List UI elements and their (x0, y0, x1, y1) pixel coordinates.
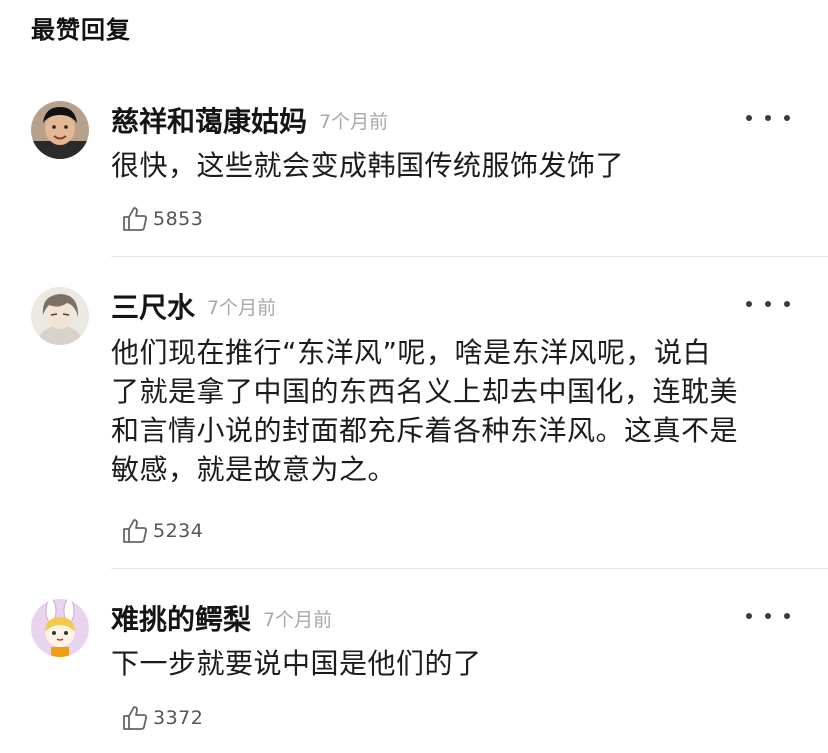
more-dots-icon[interactable] (746, 604, 790, 628)
comment-text: 下一步就要说中国是他们的了 (111, 644, 801, 683)
more-dots-icon[interactable] (746, 106, 790, 130)
username[interactable]: 难挑的鳄梨 (111, 598, 251, 638)
comment-line: 了就是拿了中国的东西名义上却去中国化，连耽美 (111, 375, 739, 408)
more-dots-icon[interactable] (746, 292, 790, 316)
section-title: 最赞回复 (31, 16, 131, 44)
avatar[interactable] (31, 599, 89, 657)
timestamp: 7个月前 (263, 608, 333, 631)
comment-text: 很快，这些就会变成韩国传统服饰发饰了 (111, 146, 801, 185)
like-button[interactable]: 3372 (121, 702, 203, 734)
like-button[interactable]: 5853 (121, 203, 203, 235)
username[interactable]: 三尺水 (111, 286, 195, 326)
like-count: 5234 (153, 520, 204, 542)
divider (111, 568, 828, 569)
divider (111, 256, 828, 257)
thumbs-up-icon (121, 704, 149, 732)
comment-line: 和言情小说的封面都充斥着各种东洋风。这真不是 (111, 414, 739, 447)
username[interactable]: 慈祥和蔼康姑妈 (111, 100, 307, 140)
comment-line: 敏感，就是故意为之。 (111, 453, 397, 486)
comment-line: 下一步就要说中国是他们的了 (111, 647, 482, 680)
like-count: 5853 (153, 208, 204, 230)
like-button[interactable]: 5234 (121, 515, 203, 547)
thumbs-up-icon (121, 205, 149, 233)
comment-text: 他们现在推行“东洋风”呢，啥是东洋风呢，说白 了就是拿了中国的东西名义上却去中国… (111, 333, 801, 489)
comment-line: 他们现在推行“东洋风”呢，啥是东洋风呢，说白 (111, 336, 712, 369)
avatar[interactable] (31, 287, 89, 345)
timestamp: 7个月前 (207, 296, 277, 319)
timestamp: 7个月前 (319, 110, 389, 133)
comment-line: 很快，这些就会变成韩国传统服饰发饰了 (111, 149, 625, 182)
thumbs-up-icon (121, 517, 149, 545)
like-count: 3372 (153, 707, 204, 729)
avatar[interactable] (31, 101, 89, 159)
